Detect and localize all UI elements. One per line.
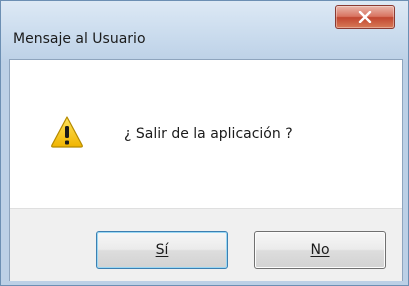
message-dialog: Mensaje al Usuario ¿ Salir de la aplicac… [0, 0, 409, 286]
warning-icon [51, 116, 83, 148]
message-text: ¿ Salir de la aplicación ? [124, 126, 293, 142]
yes-button[interactable]: Sí [96, 231, 228, 269]
title-bar[interactable]: Mensaje al Usuario [1, 1, 408, 59]
close-button[interactable] [335, 5, 395, 29]
no-button[interactable]: No [254, 231, 386, 269]
message-area: ¿ Salir de la aplicación ? [10, 60, 402, 208]
yes-button-label: Sí [155, 242, 169, 258]
close-icon [358, 11, 372, 23]
dialog-client-area: ¿ Salir de la aplicación ? Sí No [9, 59, 403, 281]
no-button-label: No [310, 242, 330, 258]
button-bar: Sí No [10, 208, 402, 281]
window-title: Mensaje al Usuario [13, 31, 146, 47]
